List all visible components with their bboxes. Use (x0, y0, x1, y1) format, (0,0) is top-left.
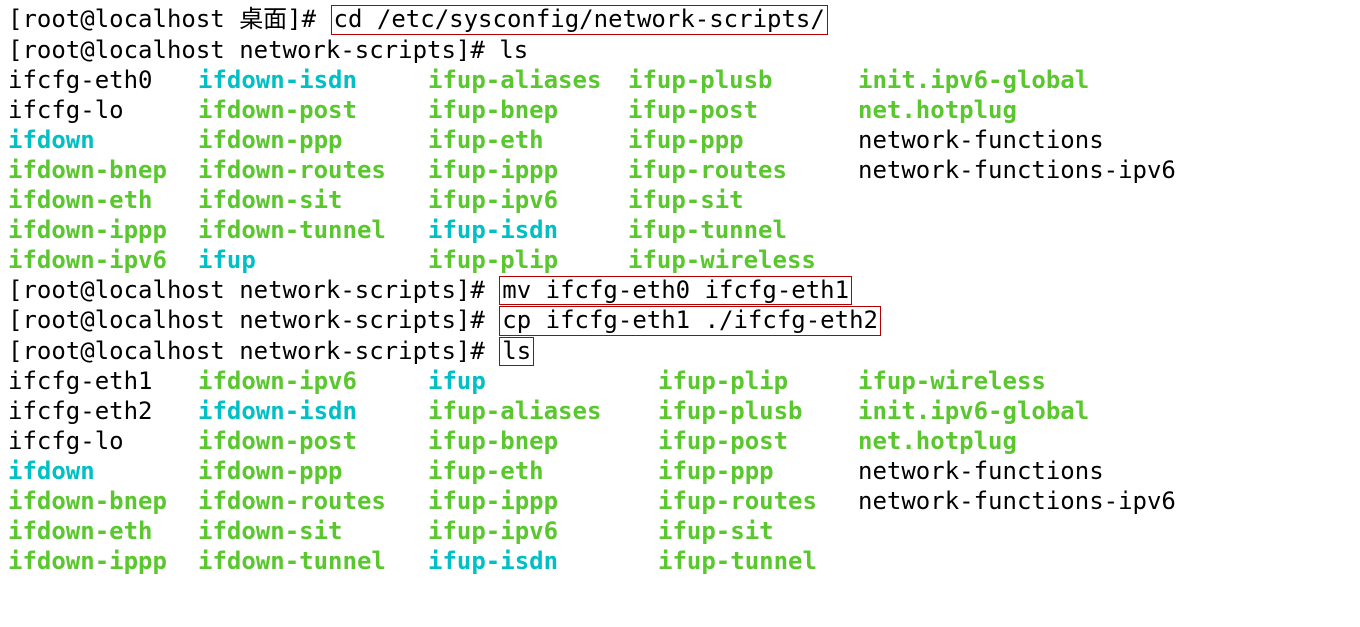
ls-entry: ifdown-tunnel (198, 546, 428, 576)
ls-entry: ifup-bnep (428, 426, 658, 456)
ls-entry: ifup-aliases (428, 65, 628, 95)
ls-entry: net.hotplug (858, 95, 1017, 125)
ls-entry: ifup-plusb (658, 396, 858, 426)
ls-entry: network-functions (858, 456, 1104, 486)
ls-entry: ifdown (8, 456, 198, 486)
prompt-prefix: [root@localhost network-scripts]# (8, 36, 499, 64)
ls-entry: ifup-isdn (428, 215, 628, 245)
ls-entry: ifup-plusb (628, 65, 858, 95)
cmd-ls: ls (499, 36, 528, 64)
ls-entry: ifup-ippp (428, 486, 658, 516)
ls-entry: ifup (198, 245, 428, 275)
ls-entry: ifup-eth (428, 456, 658, 486)
ls-row: ifdown-ipppifdown-tunnelifup-isdnifup-tu… (8, 546, 1352, 576)
ls-entry: ifdown-routes (198, 155, 428, 185)
ls-entry: ifup-tunnel (658, 546, 858, 576)
ls-row: ifdownifdown-pppifup-ethifup-pppnetwork-… (8, 125, 1352, 155)
ls-entry: ifup-post (658, 426, 858, 456)
ls-entry: ifdown-isdn (198, 65, 428, 95)
ls-entry: network-functions (858, 125, 1104, 155)
ls-row: ifdown-ethifdown-sitifup-ipv6ifup-sit (8, 516, 1352, 546)
ls-entry: ifup-routes (658, 486, 858, 516)
ls-entry: ifdown-tunnel (198, 215, 428, 245)
cmd-cd: cd /etc/sysconfig/network-scripts/ (331, 5, 828, 35)
ls-entry: ifup-ppp (628, 125, 858, 155)
ls-entry: init.ipv6-global (858, 65, 1089, 95)
ls-entry: init.ipv6-global (858, 396, 1089, 426)
ls-output-2: ifcfg-eth1ifdown-ipv6ifupifup-plipifup-w… (8, 366, 1352, 576)
ls-entry: ifup-sit (658, 516, 858, 546)
ls-entry: network-functions-ipv6 (858, 155, 1176, 185)
ls-entry: ifdown-post (198, 426, 428, 456)
ls-entry: ifup-bnep (428, 95, 628, 125)
ls-entry: ifup-ipv6 (428, 185, 628, 215)
ls-entry: ifup-aliases (428, 396, 658, 426)
ls-entry: ifdown-ppp (198, 456, 428, 486)
ls-entry: ifdown-ipv6 (198, 366, 428, 396)
ls-row: ifcfg-eth2ifdown-isdnifup-aliasesifup-pl… (8, 396, 1352, 426)
ls-row: ifcfg-eth0ifdown-isdnifup-aliasesifup-pl… (8, 65, 1352, 95)
ls-entry: ifdown-sit (198, 185, 428, 215)
ls-entry: network-functions-ipv6 (858, 486, 1176, 516)
ls-entry: ifdown-isdn (198, 396, 428, 426)
ls-entry: net.hotplug (858, 426, 1017, 456)
ls-entry: ifcfg-lo (8, 426, 198, 456)
ls-entry: ifup-routes (628, 155, 858, 185)
ls-entry: ifup-sit (628, 185, 858, 215)
ls-entry: ifdown-eth (8, 185, 198, 215)
ls-entry: ifcfg-eth2 (8, 396, 198, 426)
ls-entry: ifup-isdn (428, 546, 658, 576)
ls-row: ifcfg-loifdown-postifup-bnepifup-postnet… (8, 426, 1352, 456)
ls-entry: ifup-ippp (428, 155, 628, 185)
ls-entry: ifdown-ippp (8, 546, 198, 576)
cmd-ls: ls (499, 337, 534, 367)
ls-entry: ifdown-bnep (8, 155, 198, 185)
terminal-output[interactable]: [root@localhost 桌面]# cd /etc/sysconfig/n… (8, 4, 1352, 576)
ls-row: ifdown-ipppifdown-tunnelifup-isdnifup-tu… (8, 215, 1352, 245)
prompt-line: [root@localhost network-scripts]# ls (8, 336, 1352, 367)
ls-entry: ifup-plip (658, 366, 858, 396)
ls-entry: ifdown-ippp (8, 215, 198, 245)
ls-entry: ifup-ppp (658, 456, 858, 486)
ls-row: ifdown-ethifdown-sitifup-ipv6ifup-sit (8, 185, 1352, 215)
prompt-prefix: [root@localhost network-scripts]# (8, 337, 499, 365)
prompt-line: [root@localhost network-scripts]# ls (8, 35, 1352, 65)
ls-output-1: ifcfg-eth0ifdown-isdnifup-aliasesifup-pl… (8, 65, 1352, 275)
ls-row: ifdown-ipv6ifupifup-plipifup-wireless (8, 245, 1352, 275)
ls-entry: ifdown (8, 125, 198, 155)
ls-row: ifdownifdown-pppifup-ethifup-pppnetwork-… (8, 456, 1352, 486)
prompt-line: [root@localhost 桌面]# cd /etc/sysconfig/n… (8, 4, 1352, 35)
ls-entry: ifup-eth (428, 125, 628, 155)
prompt-prefix: [root@localhost network-scripts]# (8, 276, 499, 304)
ls-entry: ifup-wireless (858, 366, 1046, 396)
prompt-prefix: [root@localhost network-scripts]# (8, 306, 499, 334)
ls-entry: ifup-tunnel (628, 215, 858, 245)
ls-row: ifcfg-eth1ifdown-ipv6ifupifup-plipifup-w… (8, 366, 1352, 396)
ls-entry: ifup-plip (428, 245, 628, 275)
ls-entry: ifdown-sit (198, 516, 428, 546)
ls-entry: ifdown-bnep (8, 486, 198, 516)
ls-row: ifcfg-loifdown-postifup-bnepifup-postnet… (8, 95, 1352, 125)
ls-entry: ifcfg-eth0 (8, 65, 198, 95)
ls-entry: ifdown-post (198, 95, 428, 125)
ls-entry: ifdown-ipv6 (8, 245, 198, 275)
cmd-cp: cp ifcfg-eth1 ./ifcfg-eth2 (499, 306, 881, 336)
prompt-line: [root@localhost network-scripts]# mv ifc… (8, 275, 1352, 306)
ls-entry: ifcfg-lo (8, 95, 198, 125)
ls-entry: ifup-ipv6 (428, 516, 658, 546)
ls-row: ifdown-bnepifdown-routesifup-ipppifup-ro… (8, 486, 1352, 516)
ls-entry: ifup-wireless (628, 245, 858, 275)
ls-row: ifdown-bnepifdown-routesifup-ipppifup-ro… (8, 155, 1352, 185)
ls-entry: ifup (428, 366, 658, 396)
ls-entry: ifdown-routes (198, 486, 428, 516)
ls-entry: ifdown-eth (8, 516, 198, 546)
cmd-mv: mv ifcfg-eth0 ifcfg-eth1 (499, 276, 852, 306)
ls-entry: ifdown-ppp (198, 125, 428, 155)
ls-entry: ifcfg-eth1 (8, 366, 198, 396)
ls-entry: ifup-post (628, 95, 858, 125)
prompt-prefix: [root@localhost 桌面]# (8, 5, 331, 33)
prompt-line: [root@localhost network-scripts]# cp ifc… (8, 305, 1352, 336)
